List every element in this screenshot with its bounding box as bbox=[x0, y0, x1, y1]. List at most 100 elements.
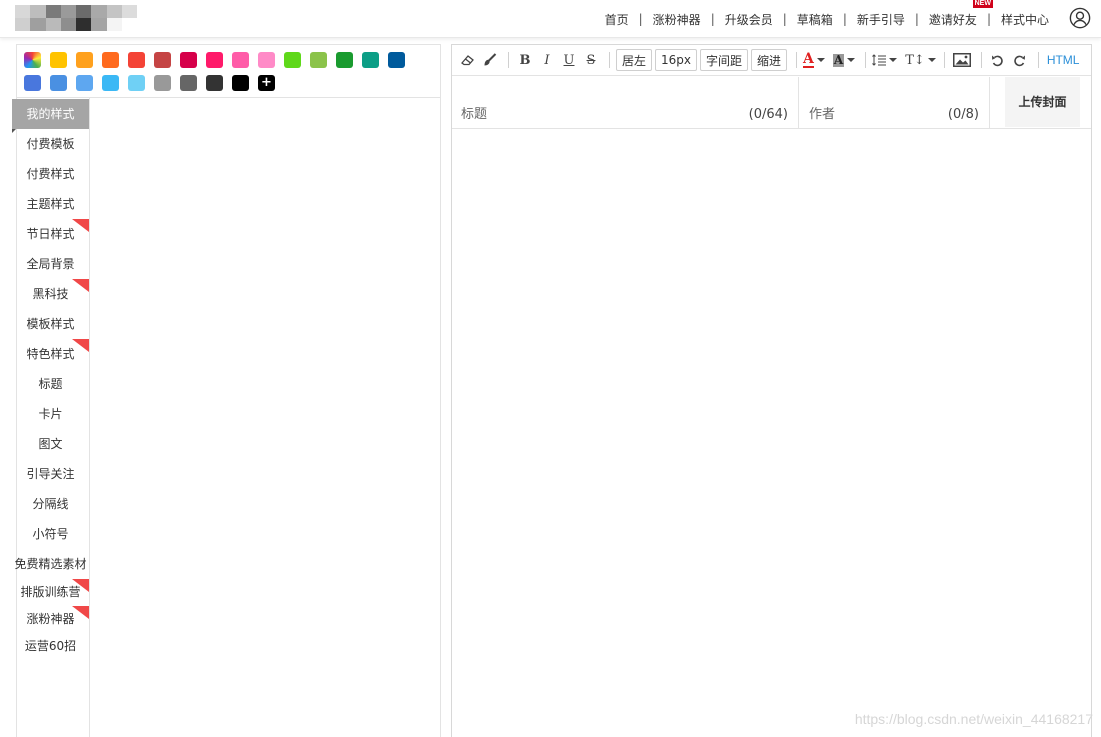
underline-button[interactable]: U bbox=[559, 49, 579, 71]
color-palette: + bbox=[24, 52, 436, 98]
style-category-tab[interactable]: 我的样式 bbox=[12, 99, 89, 133]
style-category-tab[interactable]: 涨粉神器 bbox=[12, 606, 89, 633]
style-category-tab[interactable]: 黑科技 bbox=[12, 279, 89, 309]
nav-separator: | bbox=[842, 12, 847, 26]
style-category-tab[interactable]: 卡片 bbox=[12, 399, 89, 429]
font-tool-button[interactable]: T↕ bbox=[905, 49, 936, 71]
indent-button[interactable]: 缩进 bbox=[751, 49, 788, 71]
bold-button[interactable]: B bbox=[515, 49, 535, 71]
color-swatch[interactable] bbox=[50, 52, 67, 68]
user-account-icon[interactable] bbox=[1069, 7, 1091, 29]
color-swatch[interactable] bbox=[102, 52, 119, 68]
font-size-button[interactable]: 16px bbox=[655, 49, 698, 71]
toolbar-separator bbox=[796, 52, 798, 68]
color-swatch[interactable] bbox=[128, 75, 145, 91]
background-color-button[interactable]: A bbox=[832, 49, 856, 71]
style-category-tab[interactable]: 标题 bbox=[12, 369, 89, 399]
tab-label: 主题样式 bbox=[26, 197, 75, 211]
color-swatch[interactable] bbox=[310, 52, 327, 68]
color-swatch[interactable] bbox=[362, 52, 379, 68]
color-swatch[interactable] bbox=[180, 52, 197, 68]
author-input[interactable] bbox=[809, 107, 929, 122]
color-swatch[interactable] bbox=[258, 52, 275, 68]
color-swatch[interactable] bbox=[102, 75, 119, 91]
line-height-icon bbox=[872, 54, 887, 66]
article-meta-row: (0/64) (0/8) 上传封面 bbox=[452, 77, 1091, 129]
strikethrough-button[interactable]: S bbox=[581, 49, 601, 71]
color-swatch[interactable] bbox=[232, 52, 249, 68]
line-height-button[interactable] bbox=[872, 49, 898, 71]
color-swatch[interactable] bbox=[154, 52, 171, 68]
nav-item[interactable]: 草稿箱 bbox=[797, 11, 833, 28]
style-category-tab[interactable]: 小符号 bbox=[12, 519, 89, 549]
style-category-tab[interactable]: 分隔线 bbox=[12, 489, 89, 519]
site-logo[interactable] bbox=[15, 5, 137, 31]
tab-label: 黑科技 bbox=[32, 287, 69, 301]
format-painter-icon[interactable] bbox=[480, 49, 500, 71]
style-category-tab[interactable]: 特色样式 bbox=[12, 339, 89, 369]
font-color-button[interactable]: A bbox=[803, 49, 825, 71]
color-swatch[interactable] bbox=[128, 52, 145, 68]
add-color-button[interactable]: + bbox=[258, 75, 275, 91]
style-category-tab[interactable]: 节日样式 bbox=[12, 219, 89, 249]
chevron-down-icon bbox=[927, 58, 936, 62]
nav-item[interactable]: 邀请好友 NEW bbox=[929, 0, 993, 28]
style-category-tab[interactable]: 模板样式 bbox=[12, 309, 89, 339]
nav-item[interactable]: 涨粉神器 bbox=[653, 11, 701, 28]
title-field-container: (0/64) bbox=[452, 77, 799, 128]
color-swatch[interactable] bbox=[388, 52, 405, 68]
style-category-tab[interactable]: 付费样式 bbox=[12, 159, 89, 189]
color-swatch[interactable] bbox=[336, 52, 353, 68]
letter-spacing-button[interactable]: 字间距 bbox=[700, 49, 749, 71]
undo-icon[interactable] bbox=[988, 49, 1008, 71]
color-swatch[interactable] bbox=[154, 75, 171, 91]
style-category-tab[interactable]: 引导关注 bbox=[12, 459, 89, 489]
new-badge: NEW bbox=[972, 0, 993, 8]
style-category-tabs: 我的样式付费模板付费样式主题样式节日样式全局背景黑科技模板样式 特色样式 标题卡片图… bbox=[12, 99, 90, 660]
top-header: 首页 | 涨粉神器 | 升级会员 | 草稿箱 | 新手引导 | 邀请好友 NEW | 样式中心 bbox=[0, 0, 1101, 38]
style-category-tab[interactable]: 运营60招 bbox=[12, 633, 89, 660]
eraser-icon[interactable] bbox=[458, 49, 478, 71]
tab-label: 付费模板 bbox=[26, 137, 75, 151]
tab-label: 节日样式 bbox=[26, 227, 75, 241]
color-swatch[interactable] bbox=[50, 75, 67, 91]
color-swatch[interactable] bbox=[232, 75, 249, 91]
tab-label: 卡片 bbox=[38, 407, 63, 421]
color-swatch[interactable] bbox=[180, 75, 197, 91]
style-category-tab[interactable]: 主题样式 bbox=[12, 189, 89, 219]
nav-item[interactable]: 新手引导 bbox=[857, 11, 905, 28]
custom-color-swatch[interactable] bbox=[24, 52, 41, 68]
article-editor: B I U S 居左 16px 字间距 缩进 A A T↕ HTML 标题 (0… bbox=[451, 44, 1092, 737]
insert-image-icon[interactable] bbox=[951, 49, 973, 71]
italic-button[interactable]: I bbox=[537, 49, 557, 71]
style-category-tab[interactable]: 付费模板 bbox=[12, 129, 89, 159]
html-source-button[interactable]: HTML bbox=[1047, 49, 1080, 71]
author-field-container: (0/8) bbox=[800, 77, 990, 128]
upload-cover-button[interactable]: 上传封面 bbox=[1005, 77, 1080, 127]
style-category-tab[interactable]: 免费精选素材 bbox=[12, 549, 89, 579]
nav-item[interactable]: 样式中心 bbox=[1001, 11, 1049, 28]
style-category-tab[interactable]: 排版训练营 bbox=[12, 579, 89, 606]
editor-content-area[interactable] bbox=[452, 130, 1091, 737]
toolbar-separator bbox=[980, 52, 982, 68]
nav-item[interactable]: 升级会员 bbox=[725, 11, 773, 28]
nav-item-label: 首页 bbox=[604, 12, 629, 27]
title-input[interactable] bbox=[461, 107, 721, 122]
align-left-button[interactable]: 居左 bbox=[616, 49, 653, 71]
color-swatch[interactable] bbox=[24, 75, 41, 91]
style-category-tab[interactable]: 图文 bbox=[12, 429, 89, 459]
nav-separator: | bbox=[986, 12, 991, 26]
color-swatch[interactable] bbox=[206, 75, 223, 91]
color-swatch[interactable] bbox=[206, 52, 223, 68]
redo-icon[interactable] bbox=[1010, 49, 1030, 71]
color-swatch[interactable] bbox=[284, 52, 301, 68]
nav-item[interactable]: 首页 bbox=[605, 11, 629, 28]
style-category-tab[interactable]: 全局背景 bbox=[12, 249, 89, 279]
toolbar-separator bbox=[508, 52, 509, 68]
color-swatch[interactable] bbox=[76, 75, 93, 91]
color-swatch[interactable] bbox=[76, 52, 93, 68]
chevron-down-icon bbox=[847, 58, 856, 62]
hot-flag-icon bbox=[72, 606, 89, 619]
tab-label: 图文 bbox=[38, 437, 63, 451]
nav-item-label: 涨粉神器 bbox=[652, 12, 701, 27]
